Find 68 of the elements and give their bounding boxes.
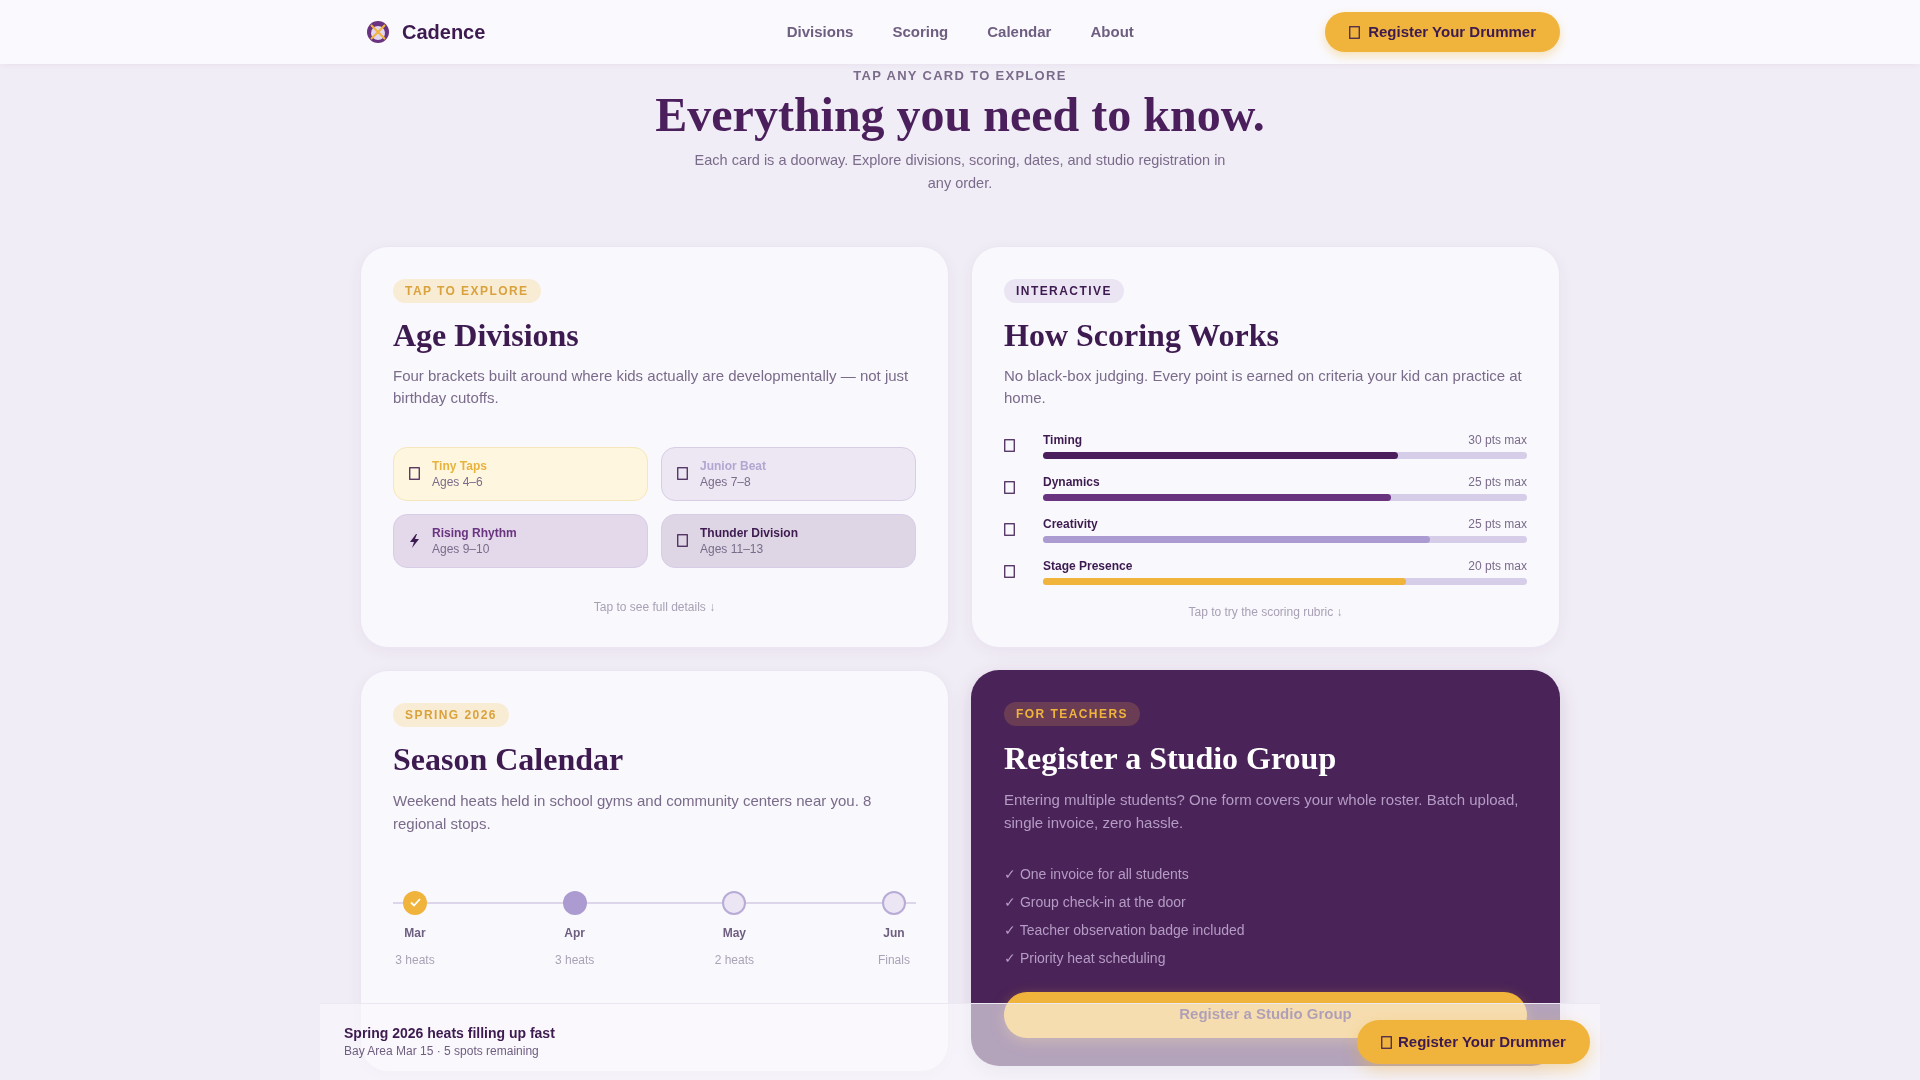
card-description: Entering multiple students? One form covers your whole roster. Batch upload, single invoice, zero hassle.: [1004, 789, 1520, 833]
nav-link[interactable]: Calendar: [987, 20, 1052, 44]
square-icon: [408, 467, 420, 481]
card-description: Four brackets built around where kids actually are developmentally — not just birthday cutoffs.: [393, 365, 910, 408]
hero-eyebrow: TAP ANY CARD TO EXPLORE: [853, 67, 1067, 85]
register-button[interactable]: Register Your Drummer: [1325, 12, 1560, 52]
benefit-item: ✓ Group check-in at the door: [1004, 892, 1187, 912]
stop-month: Apr: [564, 924, 585, 942]
stop-detail: Finals: [877, 951, 910, 969]
logo-icon: [366, 20, 390, 44]
card-tag: SPRING 2026: [393, 703, 509, 728]
stop-month: Mar: [404, 924, 426, 942]
square-icon: [676, 467, 688, 481]
division-name: Junior Beat: [700, 457, 766, 474]
division-tile[interactable]: Junior Beat Ages 7–8: [661, 446, 916, 501]
division-name: Thunder Division: [700, 524, 798, 541]
square-icon: [1004, 481, 1015, 495]
division-name: Rising Rhythm: [432, 524, 517, 541]
division-name: Tiny Taps: [432, 457, 487, 474]
division-ages: Ages 9–10: [432, 540, 491, 557]
stop-detail: 3 heats: [395, 951, 435, 969]
benefit-item: ✓ Teacher observation badge included: [1004, 920, 1246, 940]
division-tile[interactable]: Rising Rhythm Ages 9–10: [393, 513, 648, 568]
square-icon: [676, 534, 688, 548]
criterion-max: 25 pts max: [1468, 474, 1527, 489]
card-title: Age Divisions: [393, 316, 580, 356]
division-ages: Ages 7–8: [700, 473, 752, 490]
stop-detail: 2 heats: [714, 951, 754, 969]
hero-title: Everything you need to know.: [655, 86, 1265, 143]
criterion-name: Creativity: [1043, 516, 1098, 531]
criterion-name: Dynamics: [1043, 474, 1100, 489]
square-icon: [1004, 523, 1015, 537]
division-ages: Ages 4–6: [432, 473, 484, 490]
stop-month: May: [722, 924, 746, 942]
brand-name: Cadence: [402, 20, 486, 45]
benefit-item: ✓ One invoice for all students: [1004, 864, 1190, 884]
scoring-card[interactable]: [971, 246, 1560, 649]
nav-link[interactable]: Scoring: [892, 20, 949, 44]
card-tag: FOR TEACHERS: [1004, 702, 1140, 727]
nav-link[interactable]: Divisions: [786, 20, 854, 44]
criterion-max: 25 pts max: [1468, 516, 1527, 531]
card-hint: Tap to see full details ↓: [593, 598, 716, 616]
card-title: Season Calendar: [393, 740, 625, 780]
division-tile[interactable]: Tiny Taps Ages 4–6: [393, 446, 648, 501]
floating-register-button[interactable]: Register Your Drummer: [1357, 1020, 1590, 1064]
lightning-icon: [408, 533, 420, 548]
card-title: Register a Studio Group: [1004, 739, 1338, 779]
square-icon: [1004, 565, 1015, 579]
criterion-max: 20 pts max: [1468, 558, 1527, 573]
stop-detail: 3 heats: [554, 951, 595, 969]
square-icon: [1381, 1035, 1392, 1049]
card-title: How Scoring Works: [1004, 316, 1280, 356]
criterion-name: Timing: [1043, 432, 1083, 447]
card-description: Weekend heats held in school gyms and community centers near you. 8 regional stops.: [393, 790, 873, 834]
benefit-item: ✓ Priority heat scheduling: [1004, 948, 1167, 968]
card-tag: TAP TO EXPLORE: [393, 279, 541, 304]
square-icon: [1004, 439, 1015, 453]
stop-month: Jun: [883, 924, 905, 942]
nav-link[interactable]: About: [1090, 20, 1134, 44]
criterion-name: Stage Presence: [1043, 558, 1133, 573]
division-ages: Ages 11–13: [700, 540, 765, 557]
card-hint: Tap to try the scoring rubric ↓: [1188, 603, 1343, 621]
division-tile[interactable]: Thunder Division Ages 11–13: [661, 513, 916, 568]
card-description: No black-box judging. Every point is earned on criteria your kid can practice at home.: [1004, 365, 1523, 408]
hero-subtitle: Each card is a doorway. Explore divisions, scoring, dates, and studio registration in any order.: [693, 151, 1227, 194]
card-tag: INTERACTIVE: [1004, 279, 1124, 304]
criterion-max: 30 pts max: [1468, 432, 1527, 447]
square-icon: [1349, 25, 1361, 39]
